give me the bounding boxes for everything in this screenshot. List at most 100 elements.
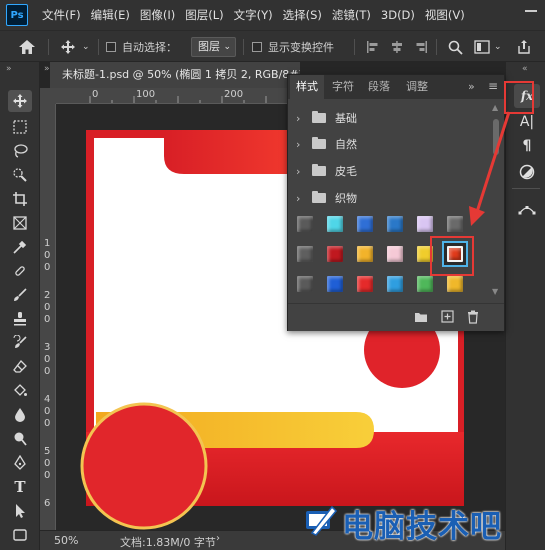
folder-icon[interactable] bbox=[414, 311, 428, 323]
history-brush-tool[interactable] bbox=[8, 332, 32, 354]
style-swatch[interactable] bbox=[352, 271, 378, 297]
crop-tool[interactable] bbox=[8, 188, 32, 210]
quick-selection-tool[interactable] bbox=[8, 164, 32, 186]
home-icon[interactable] bbox=[18, 39, 36, 55]
chevron-down-icon: ⌄ bbox=[223, 42, 231, 52]
style-swatch[interactable] bbox=[322, 271, 348, 297]
move-tool[interactable] bbox=[8, 90, 32, 112]
paint-bucket-tool[interactable] bbox=[8, 380, 32, 402]
eraser-tool[interactable] bbox=[8, 356, 32, 378]
type-tool[interactable]: T bbox=[8, 476, 32, 498]
show-transform-checkbox[interactable] bbox=[252, 42, 262, 52]
swatch-chip bbox=[357, 246, 373, 262]
style-group-basic[interactable]: › 基础 bbox=[288, 105, 493, 131]
vertical-ruler[interactable]: 1 0 0 2 0 0 3 0 0 4 0 0 5 0 0 6 bbox=[40, 104, 56, 530]
document-info[interactable]: 文档:1.83M/0 字节 bbox=[120, 534, 216, 550]
trash-icon[interactable] bbox=[467, 310, 479, 324]
align-left-icon[interactable] bbox=[366, 39, 380, 55]
tab-character[interactable]: 字符 bbox=[326, 75, 360, 99]
ruler-corner bbox=[40, 88, 56, 104]
auto-select-label: 自动选择： bbox=[122, 41, 177, 54]
style-swatch[interactable] bbox=[322, 241, 348, 267]
dodge-tool[interactable] bbox=[8, 428, 32, 450]
stamp-icon bbox=[14, 312, 26, 326]
clone-stamp-tool[interactable] bbox=[8, 308, 32, 330]
style-swatch[interactable] bbox=[292, 241, 318, 267]
divider bbox=[512, 188, 540, 189]
style-group-nature[interactable]: › 自然 bbox=[288, 131, 493, 157]
pen-tool[interactable] bbox=[8, 452, 32, 474]
style-swatch[interactable] bbox=[292, 211, 318, 237]
menu-bar: Ps 文件(F) 编辑(E) 图像(I) 图层(L) 文字(Y) 选择(S) 滤… bbox=[0, 0, 545, 30]
style-swatch[interactable] bbox=[382, 271, 408, 297]
style-swatch[interactable] bbox=[292, 271, 318, 297]
menu-view[interactable]: 视图(V) bbox=[425, 7, 465, 23]
ruler-tick-label: 0 bbox=[44, 302, 51, 313]
paragraph-panel-button[interactable]: ¶ bbox=[514, 134, 540, 158]
droplet-icon bbox=[15, 408, 25, 422]
double-chevron-icon[interactable]: » bbox=[468, 80, 475, 93]
menu-3d[interactable]: 3D(D) bbox=[381, 8, 415, 22]
divider bbox=[243, 39, 244, 55]
frame-icon bbox=[13, 216, 27, 230]
menu-image[interactable]: 图像(I) bbox=[140, 7, 175, 23]
blur-tool[interactable] bbox=[8, 404, 32, 426]
workspace-icon[interactable] bbox=[474, 39, 490, 55]
auto-select-dropdown[interactable]: 图层 ⌄ bbox=[191, 37, 236, 57]
menu-filter[interactable]: 滤镜(T) bbox=[332, 7, 371, 23]
collapse-dock-icon[interactable]: « bbox=[522, 64, 528, 74]
tab-paragraph[interactable]: 段落 bbox=[362, 75, 396, 99]
menu-layer[interactable]: 图层(L) bbox=[185, 7, 223, 23]
ruler-tick-label: 5 bbox=[44, 446, 51, 457]
menu-type[interactable]: 文字(Y) bbox=[234, 7, 273, 23]
pen-icon bbox=[14, 455, 26, 470]
collapse-toolbar-icon[interactable]: » bbox=[6, 64, 12, 74]
panel-menu-icon[interactable]: ≡ bbox=[488, 79, 498, 93]
paths-panel-button[interactable] bbox=[514, 198, 540, 222]
show-transform-checkbox-wrap[interactable]: 显示变换控件 bbox=[252, 39, 334, 55]
expand-panel-icon[interactable]: » bbox=[44, 64, 50, 74]
chevron-down-icon[interactable]: ⌄ bbox=[494, 39, 502, 55]
path-selection-tool[interactable] bbox=[8, 500, 32, 522]
align-right-icon[interactable] bbox=[414, 39, 428, 55]
share-icon[interactable] bbox=[516, 39, 532, 55]
lasso-tool[interactable] bbox=[8, 140, 32, 162]
menu-select[interactable]: 选择(S) bbox=[283, 7, 322, 23]
style-group-fur[interactable]: › 皮毛 bbox=[288, 158, 493, 184]
paragraph-icon: ¶ bbox=[522, 138, 532, 154]
ruler-tick-label: 0 bbox=[44, 262, 51, 273]
adjustments-panel-button[interactable] bbox=[514, 160, 540, 184]
new-style-icon[interactable] bbox=[441, 310, 454, 323]
menu-file[interactable]: 文件(F) bbox=[42, 7, 81, 23]
scroll-down-icon[interactable]: ▼ bbox=[492, 287, 498, 296]
minimize-icon[interactable] bbox=[525, 10, 537, 12]
align-center-icon[interactable] bbox=[390, 39, 404, 55]
rectangle-tool[interactable] bbox=[8, 524, 32, 546]
document-tab[interactable]: 未标题-1.psd @ 50% (椭圆 1 拷贝 2, RGB/8#) * bbox=[50, 62, 300, 88]
search-icon[interactable] bbox=[448, 39, 463, 55]
swatch-chip bbox=[297, 246, 313, 262]
chevron-down-icon[interactable]: ⌄ bbox=[82, 39, 90, 55]
style-swatch[interactable] bbox=[412, 211, 438, 237]
watermark-logo-icon bbox=[306, 505, 338, 536]
move-tool-icon[interactable] bbox=[60, 39, 76, 55]
tab-adjustments[interactable]: 调整 bbox=[400, 75, 434, 99]
eyedropper-tool[interactable] bbox=[8, 236, 32, 258]
marquee-tool[interactable] bbox=[8, 116, 32, 138]
chevron-right-icon[interactable]: › bbox=[216, 533, 220, 544]
style-swatch[interactable] bbox=[382, 211, 408, 237]
auto-select-checkbox-wrap[interactable]: 自动选择： bbox=[106, 39, 177, 55]
healing-brush-tool[interactable] bbox=[8, 260, 32, 282]
frame-tool[interactable] bbox=[8, 212, 32, 234]
zoom-level[interactable]: 50% bbox=[54, 534, 78, 547]
style-group-fabric[interactable]: › 织物 bbox=[288, 185, 493, 211]
tab-styles[interactable]: 样式 bbox=[290, 75, 324, 99]
brush-tool[interactable] bbox=[8, 284, 32, 306]
photoshop-logo[interactable]: Ps bbox=[6, 4, 28, 26]
style-swatch[interactable] bbox=[382, 241, 408, 267]
style-swatch[interactable] bbox=[352, 241, 378, 267]
style-swatch[interactable] bbox=[322, 211, 348, 237]
auto-select-checkbox[interactable] bbox=[106, 42, 116, 52]
menu-edit[interactable]: 编辑(E) bbox=[91, 7, 130, 23]
style-swatch[interactable] bbox=[352, 211, 378, 237]
